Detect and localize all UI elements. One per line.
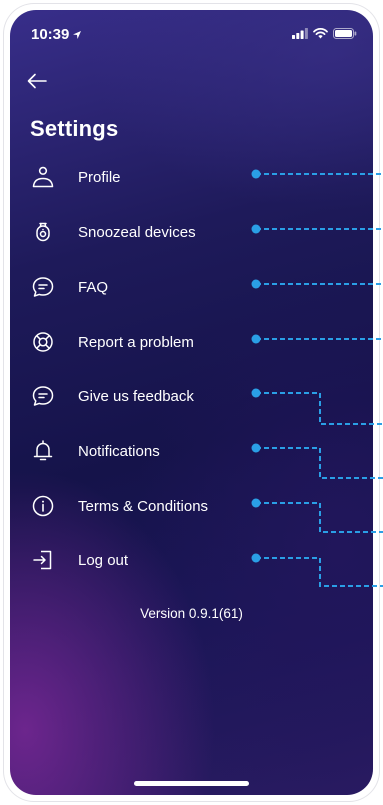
version-text: Version 0.9.1(61) bbox=[140, 606, 243, 621]
user-icon bbox=[30, 164, 56, 190]
menu-label-profile: Profile bbox=[78, 168, 121, 186]
device-icon bbox=[30, 219, 56, 245]
menu-label-terms: Terms & Conditions bbox=[78, 497, 209, 515]
status-indicators bbox=[292, 28, 357, 39]
page-title: Settings bbox=[30, 116, 119, 141]
menu-item-give-feedback[interactable]: Give us feedback bbox=[30, 379, 250, 413]
lifebuoy-icon bbox=[30, 329, 56, 355]
menu-item-snoozeal-devices[interactable]: Snoozeal devices bbox=[30, 215, 250, 249]
bell-icon bbox=[30, 438, 56, 464]
wifi-icon bbox=[313, 28, 328, 39]
status-time: 10:39 bbox=[31, 26, 82, 43]
menu-item-notifications[interactable]: Notifications bbox=[30, 434, 250, 468]
battery-icon bbox=[333, 28, 357, 39]
menu-label-snoozeal-devices: Snoozeal devices bbox=[78, 223, 196, 241]
arrow-left-icon bbox=[27, 73, 47, 89]
signal-icon bbox=[292, 28, 308, 39]
menu-item-log-out[interactable]: Log out bbox=[30, 543, 250, 577]
app-screen: 10:39 Settings Profile Snoozeal devices … bbox=[10, 10, 373, 795]
menu-label-give-feedback: Give us feedback bbox=[78, 387, 194, 405]
menu-item-report-problem[interactable]: Report a problem bbox=[30, 325, 250, 359]
chat-bubble-icon bbox=[30, 383, 56, 409]
status-time-text: 10:39 bbox=[31, 26, 70, 43]
menu-label-notifications: Notifications bbox=[78, 442, 160, 460]
logout-icon bbox=[30, 547, 56, 573]
menu-label-faq: FAQ bbox=[78, 278, 109, 296]
phone-frame: 10:39 Settings Profile Snoozeal devices … bbox=[4, 4, 379, 801]
chat-bubble-icon bbox=[30, 274, 56, 300]
menu-label-log-out: Log out bbox=[78, 551, 129, 569]
menu-item-terms[interactable]: Terms & Conditions bbox=[30, 489, 250, 523]
home-indicator bbox=[134, 781, 249, 786]
back-button[interactable] bbox=[22, 68, 52, 94]
menu-item-profile[interactable]: Profile bbox=[30, 160, 250, 194]
menu-label-report-problem: Report a problem bbox=[78, 333, 194, 351]
info-icon bbox=[30, 493, 56, 519]
menu-item-faq[interactable]: FAQ bbox=[30, 270, 250, 304]
location-arrow-icon bbox=[73, 30, 82, 39]
